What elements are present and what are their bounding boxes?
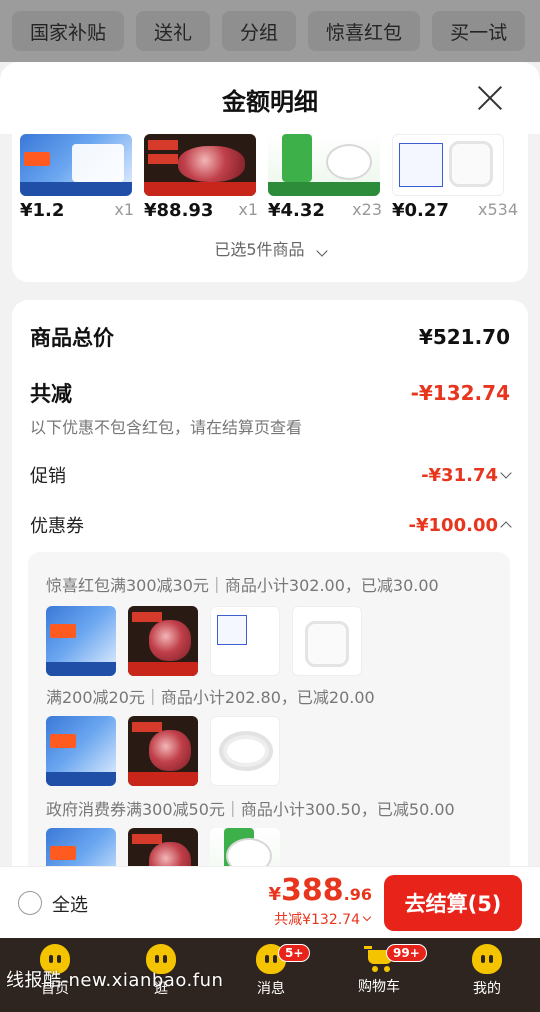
tab-cart[interactable]: 99+ 购物车: [334, 944, 427, 996]
product-image: [20, 134, 132, 196]
cart-badge: 99+: [386, 944, 427, 962]
tab-label: 我的: [473, 981, 501, 997]
item-qty: x23: [352, 200, 382, 219]
product-image: [128, 606, 198, 676]
coupon-items: [46, 606, 362, 676]
checkout-button[interactable]: 去结算(5): [384, 875, 522, 931]
amount-detail-sheet: 金额明细 ¥1.2 x1 ¥88.93 x1 ¥4.32 x23 ¥0.27 x…: [0, 62, 540, 872]
product-image: [46, 716, 116, 786]
currency-symbol: ¥: [268, 884, 282, 905]
coupon-line: 政府消费券满300减50元｜商品小计300.50，已减50.00: [46, 800, 455, 819]
profile-icon: [472, 944, 502, 974]
coupon-value: -¥100.00: [408, 514, 498, 536]
select-all-radio[interactable]: [18, 891, 42, 915]
coupon-items: [46, 716, 280, 786]
reduce-summary-toggle[interactable]: 共减¥132.74: [274, 909, 372, 929]
item-qty: x1: [238, 200, 258, 219]
product-image: [392, 134, 504, 196]
selected-count-toggle[interactable]: 已选5件商品: [12, 236, 528, 260]
pay-total: ¥388.96: [269, 873, 373, 908]
promo-row[interactable]: 促销 -¥31.74: [30, 462, 512, 488]
list-item[interactable]: ¥0.27 x534: [392, 134, 518, 224]
sheet-title: 金额明细: [222, 88, 318, 116]
amount-dec: .96: [343, 885, 372, 904]
coupon-row[interactable]: 优惠券 -¥100.00: [30, 512, 512, 538]
list-item[interactable]: ¥88.93 x1: [144, 134, 268, 224]
list-item[interactable]: ¥4.32 x23: [268, 134, 392, 224]
item-price: ¥1.2: [20, 200, 65, 221]
checkout-bar: 全选 ¥388.96 共减¥132.74 去结算(5): [0, 866, 540, 938]
total-label: 商品总价: [30, 326, 114, 350]
product-image: [268, 134, 380, 196]
price-summary-card: 商品总价 ¥521.70 共减 -¥132.74 以下优惠不包含红包，请在结算页…: [12, 300, 528, 872]
reduce-summary: 共减¥132.74: [274, 912, 360, 928]
reduce-value: -¥132.74: [410, 381, 510, 405]
total-row: 商品总价 ¥521.70: [30, 322, 510, 352]
list-item[interactable]: ¥1.2 x1: [20, 134, 144, 224]
message-badge: 5+: [278, 944, 311, 962]
item-qty: x534: [477, 200, 518, 219]
product-image: [128, 716, 198, 786]
product-image: [210, 716, 280, 786]
watermark: 线报酷-new.xianbao.fun: [6, 970, 224, 991]
tab-profile[interactable]: 我的: [442, 944, 532, 998]
item-price: ¥4.32: [268, 200, 325, 221]
promo-value: -¥31.74: [421, 464, 498, 486]
chevron-up-icon: [500, 521, 512, 533]
tab-messages[interactable]: 5+ 消息: [226, 944, 316, 998]
tab-label: 消息: [257, 981, 285, 997]
chevron-down-icon: [315, 245, 328, 257]
coupon-line: 满200减20元｜商品小计202.80，已减20.00: [46, 688, 375, 707]
promo-label: 促销: [30, 466, 66, 487]
item-price: ¥88.93: [144, 200, 214, 221]
coupon-line: 惊喜红包满300减30元｜商品小计302.00，已减30.00: [46, 576, 439, 595]
coupon-label: 优惠券: [30, 516, 84, 537]
dim-overlay[interactable]: [0, 0, 540, 62]
product-image: [292, 606, 362, 676]
chevron-down-icon: [500, 467, 512, 479]
selected-count-label: 已选5件商品: [214, 240, 305, 259]
item-price: ¥0.27: [392, 200, 449, 221]
total-value: ¥521.70: [418, 325, 510, 349]
tab-label: 购物车: [358, 979, 400, 995]
selected-items-card: ¥1.2 x1 ¥88.93 x1 ¥4.32 x23 ¥0.27 x534 已…: [12, 124, 528, 282]
reduce-label: 共减: [30, 382, 72, 406]
close-icon[interactable]: [476, 84, 504, 112]
product-image: [46, 606, 116, 676]
product-image: [144, 134, 256, 196]
reduce-note: 以下优惠不包含红包，请在结算页查看: [30, 418, 303, 437]
select-all-label[interactable]: 全选: [52, 891, 88, 917]
item-qty: x1: [114, 200, 134, 219]
product-image: [210, 606, 280, 676]
coupon-details: 惊喜红包满300减30元｜商品小计302.00，已减30.00 满200减20元…: [28, 552, 510, 872]
chevron-down-icon: [362, 912, 372, 922]
reduce-row: 共减 -¥132.74: [30, 378, 510, 408]
sheet-header: 金额明细: [0, 62, 540, 134]
amount-int: 388: [281, 873, 344, 908]
